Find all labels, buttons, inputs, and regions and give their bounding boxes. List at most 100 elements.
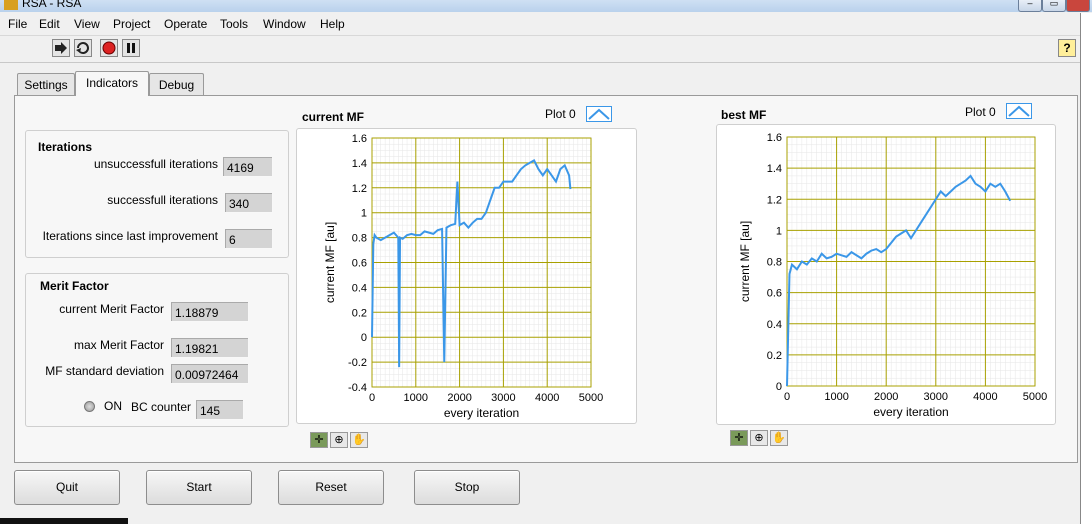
- y-tick-label: 0.4: [352, 282, 367, 294]
- toolbar: ?: [0, 36, 1080, 63]
- x-tick-label: 2000: [447, 392, 471, 404]
- menu-operate[interactable]: Operate: [164, 17, 207, 31]
- close-window-button[interactable]: [1066, 0, 1090, 12]
- window-edge: [1080, 13, 1092, 524]
- zoom-icon[interactable]: ⊕: [330, 432, 348, 448]
- y-tick-label: 1.4: [767, 163, 782, 175]
- reset-button[interactable]: Reset: [278, 470, 384, 505]
- chart-best-mf-frame: 0 1000 2000 3000 4000 5000 0 0.2 0.4 0.6 0.8 1 1.2 1.…: [716, 124, 1056, 425]
- graph-palette-2: ✛ ⊕ ✋: [730, 430, 792, 448]
- pan-hand-icon[interactable]: ✋: [770, 430, 788, 446]
- run-arrow-icon[interactable]: [52, 39, 70, 57]
- unsuccessful-label: unsuccessfull iterations: [93, 157, 218, 171]
- stop-button[interactable]: Stop: [414, 470, 520, 505]
- title-bar: RSA - RSA – ▭: [0, 0, 1092, 12]
- menu-project[interactable]: Project: [113, 17, 150, 31]
- tab-settings[interactable]: Settings: [17, 73, 75, 95]
- mf-std-label: MF standard deviation: [45, 364, 164, 378]
- chart-best-mf: 0 1000 2000 3000 4000 5000 0 0.2 0.4 0.6 0.8 1 1.2 1.…: [738, 132, 1047, 419]
- y-tick-label: -0.4: [348, 382, 367, 394]
- chart-current-mf-frame: 0 1000 2000 3000 4000 5000 -0.4 -0.2 0 0.2 0.4 0.6 0…: [296, 128, 637, 424]
- y-tick-label: 0: [776, 381, 782, 393]
- zoom-icon[interactable]: ⊕: [750, 430, 768, 446]
- y-tick-label: 1.2: [352, 183, 367, 195]
- merit-factor-group: Merit Factor current Merit Factor 1.1887…: [25, 273, 289, 427]
- chart-current-mf-legend: Plot 0: [545, 107, 576, 121]
- x-tick-label: 3000: [924, 391, 948, 403]
- abort-stop-icon[interactable]: [100, 39, 118, 57]
- x-tick-label: 4000: [973, 391, 997, 403]
- taskbar-edge: [0, 518, 128, 524]
- y-axis-label: current MF [au]: [738, 221, 752, 302]
- menu-window[interactable]: Window: [263, 17, 306, 31]
- chart-current-mf: 0 1000 2000 3000 4000 5000 -0.4 -0.2 0 0.2 0.4 0.6 0…: [323, 133, 603, 420]
- y-tick-label: 0.6: [352, 258, 367, 270]
- y-tick-label: 1.2: [767, 194, 782, 206]
- current-merit-label: current Merit Factor: [59, 302, 164, 316]
- bc-counter-value: 145: [196, 400, 244, 420]
- y-tick-label: 0.6: [767, 288, 782, 300]
- since-improvement-label: Iterations since last improvement: [42, 229, 218, 243]
- pan-hand-icon[interactable]: ✋: [350, 432, 368, 448]
- app-icon: [4, 0, 18, 10]
- y-tick-label: 1: [361, 208, 367, 220]
- quit-button[interactable]: Quit: [14, 470, 120, 505]
- window-title: RSA - RSA: [22, 0, 82, 10]
- successful-label: successfull iterations: [107, 193, 218, 207]
- current-merit-value: 1.18879: [171, 302, 249, 322]
- help-icon[interactable]: ?: [1058, 39, 1076, 57]
- legend-line-icon[interactable]: [1006, 103, 1032, 119]
- x-tick-label: 1000: [824, 391, 848, 403]
- y-tick-label: 1.6: [767, 132, 782, 144]
- menu-tools[interactable]: Tools: [220, 17, 248, 31]
- iterations-group: Iterations unsuccessfull iterations 4169…: [25, 130, 289, 258]
- x-tick-label: 0: [369, 392, 375, 404]
- merit-title: Merit Factor: [40, 279, 109, 293]
- minimize-button[interactable]: –: [1018, 0, 1042, 12]
- start-button[interactable]: Start: [146, 470, 252, 505]
- run-continuously-icon[interactable]: [74, 39, 92, 57]
- menu-view[interactable]: View: [74, 17, 100, 31]
- legend-line-icon[interactable]: [586, 106, 612, 122]
- y-tick-label: 1.6: [352, 133, 367, 145]
- cursor-crosshair-icon[interactable]: ✛: [730, 430, 748, 446]
- y-tick-label: -0.2: [348, 357, 367, 369]
- x-tick-label: 2000: [874, 391, 898, 403]
- x-tick-label: 5000: [579, 392, 603, 404]
- y-tick-label: 0.4: [767, 319, 782, 331]
- bc-counter-label: BC counter: [131, 400, 192, 414]
- x-tick-label: 5000: [1023, 391, 1047, 403]
- menu-file[interactable]: File: [8, 17, 27, 31]
- since-improvement-value: 6: [225, 229, 273, 249]
- chart-current-mf-title: current MF: [302, 110, 365, 124]
- x-axis-label: every iteration: [873, 405, 948, 419]
- x-tick-label: 3000: [491, 392, 515, 404]
- y-axis-label: current MF [au]: [323, 222, 337, 303]
- graph-palette-1: ✛ ⊕ ✋: [310, 432, 372, 450]
- y-tick-label: 0.2: [352, 307, 367, 319]
- y-tick-label: 0.2: [767, 350, 782, 362]
- successful-value: 340: [225, 193, 273, 213]
- tab-indicators[interactable]: Indicators: [75, 71, 149, 96]
- tab-debug[interactable]: Debug: [149, 73, 204, 95]
- menu-edit[interactable]: Edit: [39, 17, 60, 31]
- max-merit-label: max Merit Factor: [73, 338, 164, 352]
- restore-button[interactable]: ▭: [1042, 0, 1066, 12]
- iterations-title: Iterations: [38, 140, 93, 154]
- on-label: ON: [104, 399, 122, 413]
- x-tick-label: 4000: [535, 392, 559, 404]
- chart-best-mf-title: best MF: [721, 108, 767, 122]
- y-tick-label: 1: [776, 225, 782, 237]
- unsuccessful-value: 4169: [223, 157, 273, 177]
- y-tick-label: 0: [361, 332, 367, 344]
- x-tick-label: 1000: [404, 392, 428, 404]
- pause-icon[interactable]: [122, 39, 140, 57]
- y-tick-label: 1.4: [352, 158, 367, 170]
- x-tick-label: 0: [784, 391, 790, 403]
- y-tick-label: 0.8: [767, 257, 782, 269]
- mf-std-value: 0.00972464: [171, 364, 249, 384]
- cursor-crosshair-icon[interactable]: ✛: [310, 432, 328, 448]
- menu-bar: File Edit View Project Operate Tools Win…: [0, 13, 1080, 36]
- menu-help[interactable]: Help: [320, 17, 345, 31]
- on-radio-button[interactable]: [84, 401, 95, 412]
